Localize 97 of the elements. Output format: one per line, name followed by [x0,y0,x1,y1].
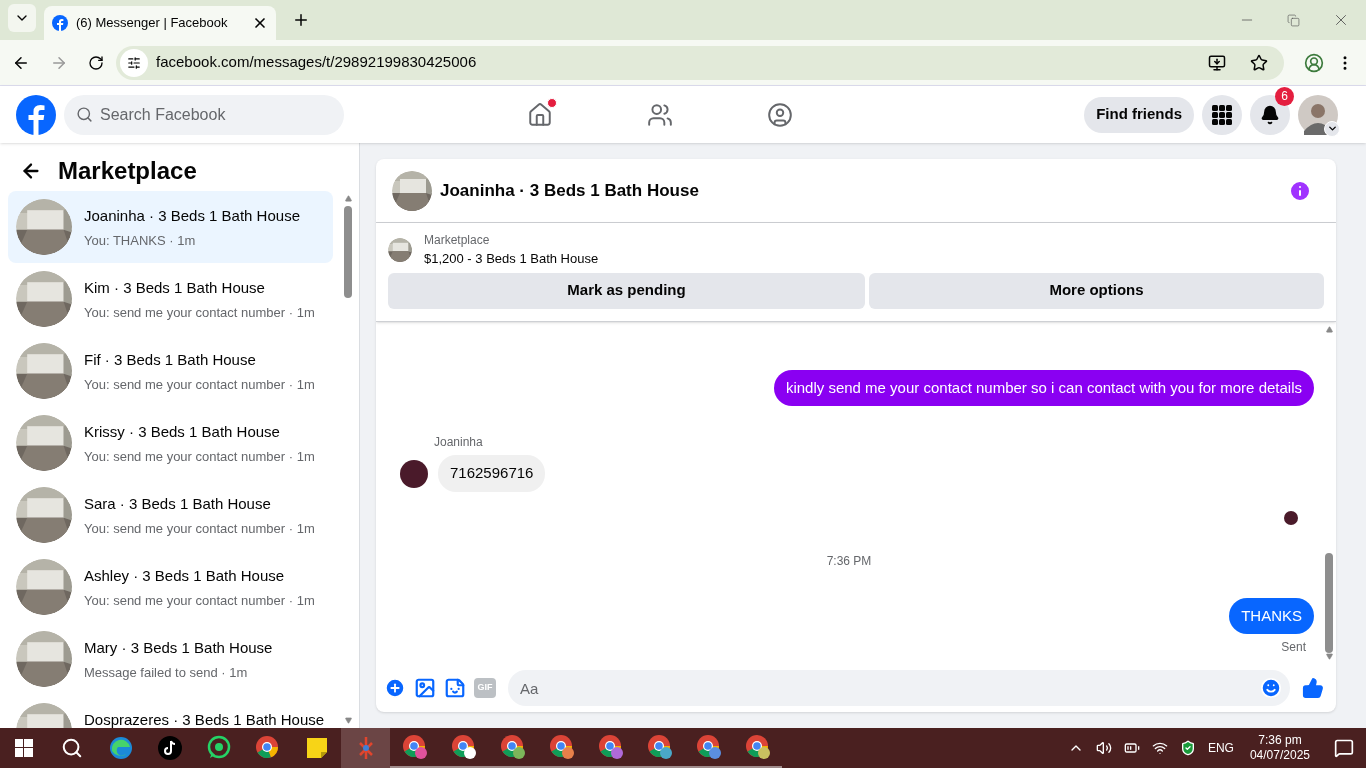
conversation-item[interactable]: Krissy · 3 Beds 1 Bath House You: send me your contact number · 1m [8,407,333,479]
add-icon[interactable] [384,677,406,699]
conversation-item[interactable]: Sara · 3 Beds 1 Bath House You: send me your contact number · 1m [8,479,333,551]
message-bubble: THANKS [1229,597,1314,634]
scrollbar-thumb[interactable] [1325,553,1333,653]
browser-tab[interactable]: (6) Messenger | Facebook [44,6,276,40]
conversation-preview: You: send me your contact number · 1m [84,303,315,322]
grid-icon [1212,104,1232,125]
clock-time[interactable]: 7:36 pm [1258,733,1302,748]
conversation-preview: You: send me your contact number · 1m [84,591,315,610]
chrome-profile-icon[interactable] [401,734,428,760]
language-indicator[interactable]: ENG [1207,739,1234,757]
message-status: Sent [1281,639,1306,656]
sticky-note-icon[interactable] [304,736,329,760]
notification-badge: 6 [1275,86,1294,106]
photo-icon[interactable] [414,677,436,699]
profile-icon[interactable] [1304,52,1324,73]
new-tab-icon[interactable] [292,11,310,29]
edge-icon[interactable] [107,735,134,761]
conversation-item[interactable]: Joaninha · 3 Beds 1 Bath House You: THANKS · 1m [8,191,333,263]
conversation-title: Ashley · 3 Beds 1 Bath House [84,566,286,586]
caret-icon[interactable] [1326,123,1338,134]
tab-list-button[interactable] [8,4,36,32]
chrome-profile-icon[interactable] [646,734,673,760]
conversation-item[interactable]: Mary · 3 Beds 1 Bath House Message failed to send · 1m [8,623,333,695]
message-field[interactable]: Aa [508,670,1290,706]
reload-icon[interactable] [88,54,104,71]
conversation-title: Joaninha · 3 Beds 1 Bath House [84,206,300,226]
install-icon[interactable] [1208,53,1226,72]
listing-action-button[interactable]: Mark as pending [388,272,865,309]
conversation-title: Kim · 3 Beds 1 Bath House [84,278,266,298]
conversation-title: Krissy · 3 Beds 1 Bath House [84,422,281,442]
windows-logo[interactable] [15,739,33,757]
home-icon[interactable] [527,101,553,128]
chrome-profile-icon[interactable] [254,735,281,761]
sticker-icon[interactable] [444,677,466,699]
facebook-logo[interactable] [16,94,56,135]
site-settings-icon[interactable] [127,55,141,70]
scroll-down-icon[interactable] [344,717,352,724]
conversation-item[interactable]: Ashley · 3 Beds 1 Bath House You: send me your contact number · 1m [8,551,333,623]
conversation-preview: You: send me your contact number · 1m [84,519,315,538]
chrome-profile-icon[interactable] [597,734,624,760]
clock-date[interactable]: 04/07/2025 [1249,748,1310,763]
timestamp: 7:36 PM [826,553,872,571]
music-note-icon[interactable] [156,735,183,761]
listing-label: Marketplace [424,232,491,249]
chrome-profile-icon[interactable] [744,734,771,760]
conversation-preview: Message failed to send · 1m [84,663,249,682]
scrollbar-thumb[interactable] [344,206,352,298]
conversation-preview: You: THANKS · 1m [84,231,197,250]
scroll-down-icon[interactable] [1325,653,1333,660]
battery-icon[interactable] [1123,740,1140,756]
conversation-item[interactable]: Kim · 3 Beds 1 Bath House You: send me your contact number · 1m [8,263,333,335]
scroll-up-icon[interactable] [1325,325,1333,333]
conversation-title: Sara · 3 Beds 1 Bath House [84,494,272,514]
seen-avatar [1284,511,1298,525]
conversation-preview: You: send me your contact number · 1m [84,447,315,466]
message-bubble: 7162596716 [438,455,546,492]
message-bubble: kindly send me your contact number so i can contact with you for more details [773,369,1314,406]
sender-name: Joaninha [434,434,484,452]
profile-avatar[interactable] [1298,94,1338,135]
chrome-profile-icon[interactable] [695,734,722,760]
url-text: facebook.com/messages/t/29892199830425006 [156,52,478,73]
sidebar-title: Marketplace [58,156,197,186]
listing-title: $1,200 - 3 Beds 1 Bath House [424,250,599,268]
bookmark-icon[interactable] [1250,53,1268,72]
people-icon[interactable] [647,101,673,128]
close-icon[interactable] [252,15,268,31]
conversation-title: Fif · 3 Beds 1 Bath House [84,350,257,370]
conversation-title: Dosprazeres · 3 Beds 1 Bath House [84,710,325,728]
shield-icon[interactable] [1179,740,1196,756]
conversation-title: Mary · 3 Beds 1 Bath House [84,638,273,658]
chrome-profile-icon[interactable] [499,734,526,760]
menu-button[interactable] [1202,94,1242,135]
emoji-icon[interactable] [1260,677,1282,699]
find-friends-button[interactable]: Find friends [1084,96,1194,133]
phone-bubble-icon[interactable] [205,735,232,761]
speaker-icon[interactable] [1095,740,1112,756]
bell-icon [1260,104,1280,125]
avatar [400,459,428,488]
wifi-icon[interactable] [1151,740,1168,756]
search-icon [76,105,93,123]
chrome-profile-icon[interactable] [450,734,477,760]
chat-title: Joaninha · 3 Beds 1 Bath House [440,179,699,202]
notifications-icon[interactable] [1334,738,1354,758]
conversation-preview: You: send me your contact number · 1m [84,375,315,394]
conversation-item[interactable]: Fif · 3 Beds 1 Bath House You: send me your contact number · 1m [8,335,333,407]
search-icon[interactable] [61,737,83,759]
search-field[interactable]: Search Facebook [64,94,344,135]
listing-action-button[interactable]: More options [869,272,1324,309]
scroll-up-icon[interactable] [344,195,352,202]
chrome-profile-icon[interactable] [548,734,575,760]
person-circle-icon[interactable] [767,101,793,128]
tab-title: (6) Messenger | Facebook [76,14,229,33]
facebook-logo [52,15,68,31]
address-bar[interactable]: facebook.com/messages/t/29892199830425006 [116,45,1284,80]
like-icon[interactable] [1302,677,1324,699]
